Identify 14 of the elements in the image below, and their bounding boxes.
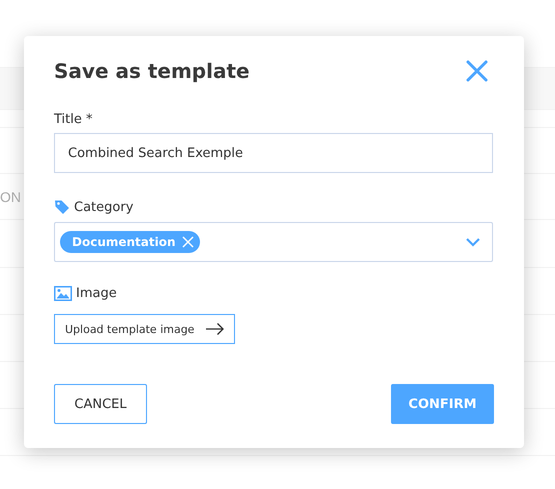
field-label: Image xyxy=(76,286,117,301)
chevron-down-icon[interactable] xyxy=(466,238,480,246)
tag-icon xyxy=(54,199,70,215)
arrow-right-icon xyxy=(206,323,224,335)
dialog-title: Save as template xyxy=(54,59,250,83)
image-icon xyxy=(54,286,72,301)
close-icon[interactable] xyxy=(466,60,488,82)
remove-icon[interactable] xyxy=(182,236,194,248)
upload-button[interactable]: Upload template image xyxy=(54,314,236,344)
cancel-button[interactable]: CANCEL xyxy=(54,384,147,424)
field-label: Title * xyxy=(54,112,92,127)
background-text: ON xyxy=(0,188,21,204)
title-input-field[interactable]: Combined Search Exemple xyxy=(54,133,493,173)
field-label: Category xyxy=(74,200,134,214)
